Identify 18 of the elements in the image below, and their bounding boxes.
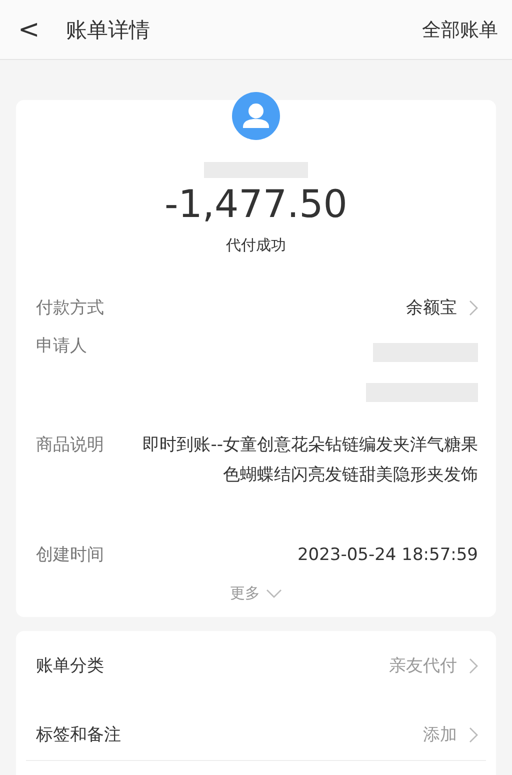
amount: -1,477.50	[164, 182, 348, 226]
chevron-down-icon	[266, 589, 282, 598]
detail-label: 付款方式	[36, 297, 104, 320]
all-bills-link[interactable]: 全部账单	[422, 16, 498, 42]
page-title: 账单详情	[66, 16, 151, 44]
chevron-right-icon	[469, 300, 478, 316]
chevron-right-icon	[469, 727, 478, 743]
payment-method-link[interactable]: 余额宝	[406, 295, 478, 321]
detail-value: 2023-05-24 18:57:59	[297, 544, 478, 567]
setting-label: 账单分类	[36, 655, 104, 678]
back-button[interactable]: <	[18, 16, 40, 42]
payment-status: 代付成功	[225, 236, 287, 255]
detail-label: 申请人	[36, 335, 87, 358]
detail-label: 创建时间	[36, 544, 104, 567]
chevron-right-icon	[469, 658, 478, 674]
setting-label: 标签和备注	[36, 724, 121, 747]
detail-value: 即时到账--女童创意花朵钻链编发夹洋气糖果色蝴蝶结闪亮发链甜美隐形夹发饰	[142, 434, 478, 487]
detail-label: 商品说明	[36, 434, 104, 457]
